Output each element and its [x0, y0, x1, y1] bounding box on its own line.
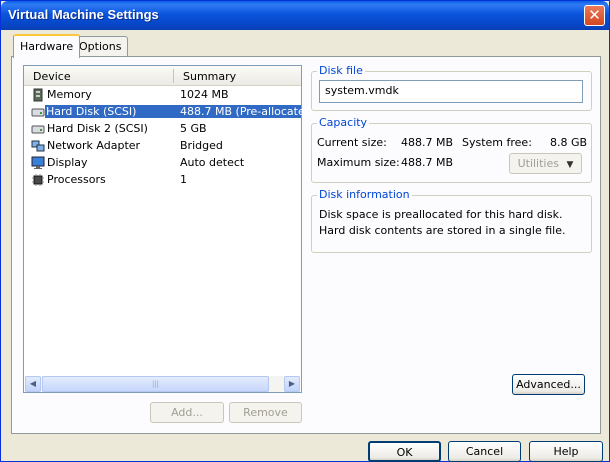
device-name: Processors — [47, 173, 106, 186]
device-name: Hard Disk 2 (SCSI) — [47, 122, 148, 135]
tab-hardware-label: Hardware — [20, 40, 74, 53]
device-row-hard-disk-2-scsi[interactable]: Hard Disk 2 (SCSI) 5 GB — [25, 121, 300, 138]
virtual-machine-settings-window: Virtual Machine Settings ✕ Hardware Opti… — [0, 0, 610, 462]
device-summary: Bridged — [180, 139, 223, 152]
system-free-label: System free: — [462, 136, 532, 149]
window-title: Virtual Machine Settings — [8, 7, 159, 22]
device-list-header: Device Summary — [24, 66, 301, 86]
device-row-display[interactable]: Display Auto detect — [25, 155, 300, 172]
network-adapter-icon — [31, 140, 45, 152]
current-size-value: 488.7 MB — [401, 136, 454, 149]
column-header-device[interactable]: Device — [33, 70, 71, 83]
device-list[interactable]: Device Summary Memory 1024 MB Hard Disk … — [23, 65, 316, 393]
utilities-button[interactable]: Utilities ▼ — [509, 153, 582, 174]
disk-file-title: Disk file — [317, 64, 365, 77]
memory-icon — [33, 88, 43, 102]
device-row-hard-disk-scsi[interactable]: Hard Disk (SCSI) 488.7 MB (Pre-allocated… — [25, 104, 316, 121]
scroll-left-button[interactable]: ◀ — [25, 376, 41, 392]
title-bar[interactable]: Virtual Machine Settings ✕ — [1, 1, 609, 30]
device-summary: 1 — [180, 173, 187, 186]
column-header-summary[interactable]: Summary — [183, 70, 236, 83]
device-summary: 5 GB — [180, 122, 207, 135]
add-device-button[interactable]: Add... — [150, 402, 224, 423]
device-name: Network Adapter — [47, 139, 141, 152]
scroll-thumb[interactable]: ||| — [42, 376, 269, 392]
advanced-button[interactable]: Advanced... — [512, 374, 585, 395]
maximum-size-value: 488.7 MB — [401, 156, 454, 169]
disk-info-line-1: Disk space is preallocated for this hard… — [319, 208, 563, 221]
disk-file-input[interactable]: system.vmdk — [319, 80, 583, 103]
ok-button[interactable]: OK — [368, 441, 441, 462]
tab-hardware[interactable]: Hardware — [13, 34, 81, 58]
hard-disk-icon — [31, 108, 45, 117]
tab-options-label: Options — [79, 40, 122, 53]
disk-info-line-2: Hard disk contents are stored in a singl… — [319, 224, 566, 237]
device-row-network-adapter[interactable]: Network Adapter Bridged — [25, 138, 300, 155]
capacity-title: Capacity — [317, 116, 370, 129]
device-name: Hard Disk (SCSI) — [45, 105, 179, 118]
horizontal-scrollbar[interactable]: ◀ ||| ▶ — [25, 376, 300, 392]
help-button[interactable]: Help — [529, 441, 603, 462]
display-icon — [31, 156, 45, 169]
dropdown-arrow-icon: ▼ — [566, 160, 574, 170]
disk-information-title: Disk information — [317, 188, 412, 201]
hard-disk-icon — [31, 125, 45, 134]
device-summary: 1024 MB — [180, 88, 229, 101]
current-size-label: Current size: — [317, 136, 387, 149]
processor-icon — [32, 174, 44, 186]
scroll-right-button[interactable]: ▶ — [284, 376, 300, 392]
tab-options[interactable]: Options — [72, 36, 129, 56]
device-summary: 488.7 MB (Pre-allocated) — [179, 105, 316, 118]
device-row-processors[interactable]: Processors 1 — [25, 172, 300, 189]
utilities-label: Utilities — [517, 157, 559, 170]
remove-device-button[interactable]: Remove — [229, 402, 302, 423]
device-summary: Auto detect — [180, 156, 245, 169]
close-button[interactable]: ✕ — [584, 5, 605, 26]
maximum-size-label: Maximum size: — [317, 156, 400, 169]
device-name: Memory — [47, 88, 92, 101]
column-separator[interactable] — [173, 69, 174, 83]
device-row-memory[interactable]: Memory 1024 MB — [25, 87, 300, 104]
cancel-button[interactable]: Cancel — [448, 441, 521, 462]
system-free-value: 8.8 GB — [550, 136, 588, 149]
device-name: Display — [47, 156, 88, 169]
